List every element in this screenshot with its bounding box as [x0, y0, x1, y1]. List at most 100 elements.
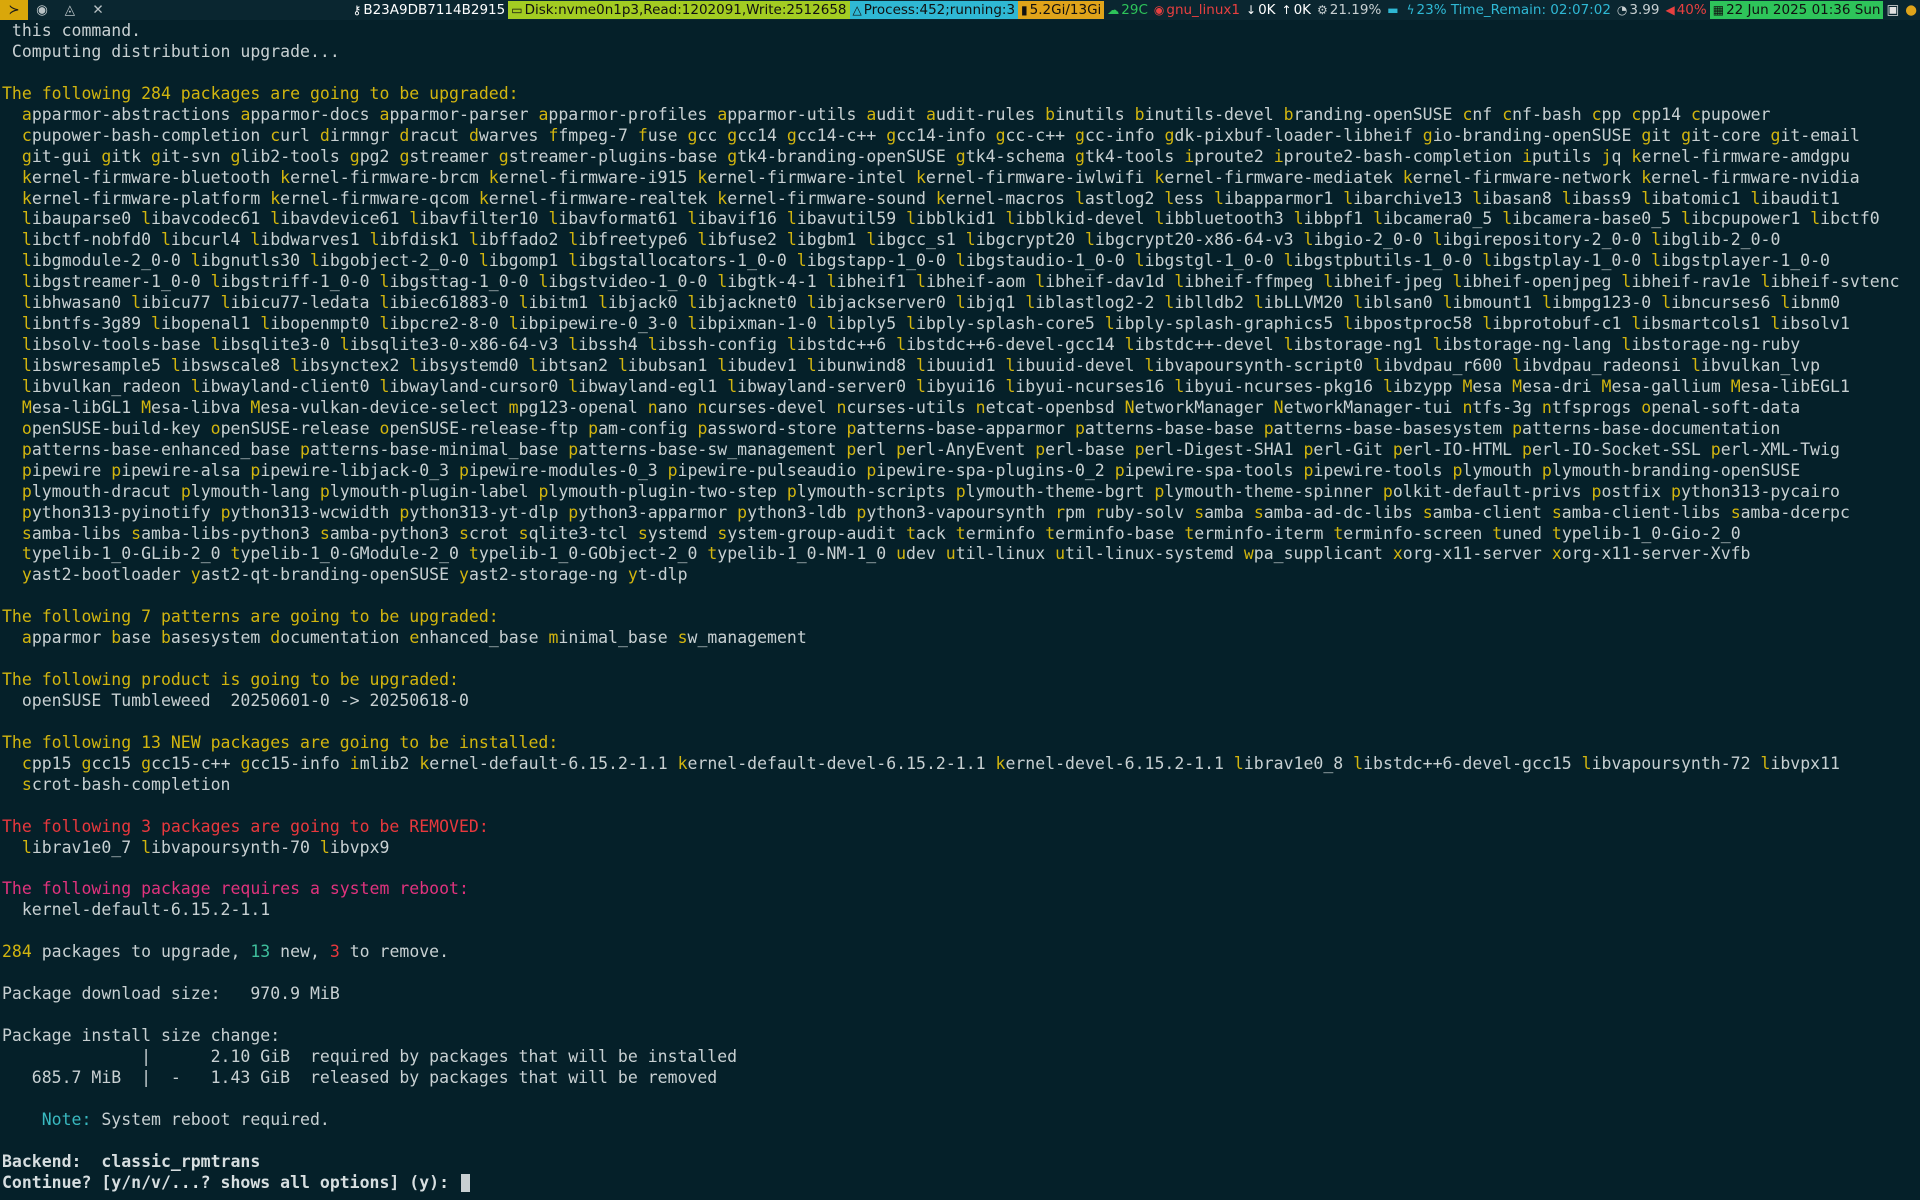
terminal-output[interactable]: this command. Computing distribution upg…	[2, 21, 1918, 1200]
package-name: ibswscale8	[180, 356, 281, 375]
package-initial: k	[717, 188, 728, 208]
workspace-1-terminal-icon[interactable]: ≻	[0, 0, 28, 20]
upgrade-package-line: libntfs-3g89 libopenal1 libopenmpt0 libp…	[2, 314, 1918, 335]
package-initial: l	[1581, 753, 1592, 773]
package-initial: l	[1373, 209, 1383, 229]
package-name: ibpostproc58	[1353, 314, 1473, 334]
package-initial: l	[319, 837, 330, 857]
package-initial: l	[786, 335, 797, 355]
package-name: ibgsttag-1_0-0	[389, 272, 529, 292]
package-name: ipewire-spa-plugins-0_2	[876, 460, 1105, 480]
package-name: cc14-info	[896, 125, 986, 145]
package-initial: l	[1283, 335, 1294, 355]
package-name: ast2-qt-branding-openSUSE	[200, 565, 450, 585]
package-initial: p	[1303, 460, 1314, 480]
package-initial: g	[886, 125, 897, 145]
package-initial: f	[637, 125, 648, 145]
package-name: erl-Digest-SHA1	[1144, 439, 1294, 459]
package-name: ast2-storage-ng	[468, 565, 618, 585]
package-name: ibudev1	[727, 356, 797, 375]
package-name: ernel-macros	[945, 188, 1065, 208]
package-initial: l	[131, 293, 142, 313]
package-initial: l	[1005, 209, 1016, 229]
package-name: atterns-base-basesystem	[1273, 418, 1503, 438]
package-initial: g	[498, 146, 509, 166]
package-name: ibvdpau_radeonsi	[1522, 356, 1682, 375]
package-initial: l	[786, 209, 797, 229]
package-name: ipewire-spa-tools	[1124, 460, 1294, 480]
package-initial: p	[1591, 481, 1602, 501]
package-name: streamer-plugins-base	[508, 146, 718, 166]
package-initial: n	[836, 397, 847, 417]
package-name: ibvpx9	[329, 837, 390, 857]
package-initial: l	[478, 251, 489, 271]
tray-app-icon[interactable]: ▣	[1883, 1, 1902, 19]
workspace-3-fire-icon[interactable]: ◬	[56, 0, 84, 20]
package-initial: c	[1462, 104, 1473, 124]
charging-text: 23% Time_Remain: 02:07:02	[1416, 2, 1611, 18]
package-initial: l	[916, 356, 926, 375]
package-name: inutils-devel	[1144, 104, 1274, 124]
process-indicator: △ Process:452;running:3	[849, 1, 1019, 19]
package-name: pa_supplicant	[1253, 544, 1383, 564]
package-name: atterns-base-sw_management	[578, 439, 837, 459]
package-initial: l	[906, 314, 917, 334]
package-name: lymouth-theme-spinner	[1164, 481, 1373, 501]
wifi-text: gnu_linux1	[1166, 2, 1240, 18]
package-name: ibjackserver0	[816, 293, 946, 313]
package-initial: l	[538, 272, 549, 292]
prompt-line: Continue? [y/n/v/...? shows all options]…	[2, 1173, 1918, 1194]
package-name: proute2-bash-completion	[1283, 146, 1513, 166]
package-initial: l	[965, 230, 976, 250]
package-initial: l	[1760, 753, 1771, 773]
package-name: ipewire-modules-0_3	[468, 460, 658, 480]
package-initial: l	[1174, 272, 1185, 292]
charging-indicator: ϟ 23% Time_Remain: 02:07:02	[1404, 1, 1614, 19]
package-name: ibass9	[1571, 188, 1632, 208]
terminal-cursor[interactable]	[460, 1174, 470, 1193]
package-initial: d	[399, 125, 410, 145]
package-initial: k	[1631, 146, 1642, 166]
package-initial: p	[459, 460, 469, 480]
package-name: ibgtk-4-1	[727, 272, 817, 292]
package-initial: l	[1502, 209, 1513, 229]
package-initial: l	[210, 335, 221, 355]
package-name: ibheif-aom	[925, 272, 1026, 292]
package-name: tk4-tools	[1084, 146, 1175, 166]
package-initial: l	[1353, 753, 1364, 773]
summary-text: to remove.	[339, 942, 450, 962]
new-packages-header: The following 13 NEW packages are going …	[2, 732, 559, 752]
package-name: lymouth-dracut	[31, 481, 171, 501]
package-initial: p	[1671, 481, 1681, 501]
package-name: ibgstgl-1_0-0	[1144, 251, 1274, 271]
package-name: ipewire-tools	[1313, 460, 1443, 480]
package-name: ibheif-rav1e	[1631, 272, 1751, 292]
package-name: ibsolv1	[1780, 314, 1850, 334]
package-name: ibvulkan_lvp	[1700, 356, 1821, 375]
package-initial: x	[1551, 544, 1562, 564]
tray-color-icon[interactable]: ●	[1902, 1, 1920, 19]
weather-indicator: ☁ 29C	[1104, 1, 1151, 19]
package-name: amba-ad-dc-libs	[1263, 502, 1413, 522]
package-name: erl	[856, 439, 887, 459]
package-initial: k	[935, 188, 946, 208]
package-initial: f	[548, 125, 559, 145]
package-name: nf	[1472, 104, 1493, 124]
summary-line: 284 packages to upgrade, 13 new, 3 to re…	[2, 942, 1918, 963]
package-initial: g	[1075, 146, 1085, 166]
package-name: pparmor-docs	[250, 104, 370, 124]
package-initial: s	[319, 523, 330, 543]
package-initial: n	[697, 397, 708, 417]
package-initial: s	[717, 523, 728, 543]
package-name: it	[1651, 125, 1672, 145]
package-name: ibpipewire-0_3-0	[518, 314, 678, 334]
package-initial: p	[399, 502, 410, 522]
package-name: ibheif1	[836, 272, 907, 292]
workspace-4-tools-icon[interactable]: ✕	[84, 0, 112, 20]
package-name: pparmor-profiles	[548, 104, 708, 124]
package-name: ibstdc++6	[796, 335, 887, 355]
workspace-2-browser-icon[interactable]: ◉	[28, 0, 56, 20]
package-name: ibvapoursynth-72	[1591, 753, 1751, 773]
